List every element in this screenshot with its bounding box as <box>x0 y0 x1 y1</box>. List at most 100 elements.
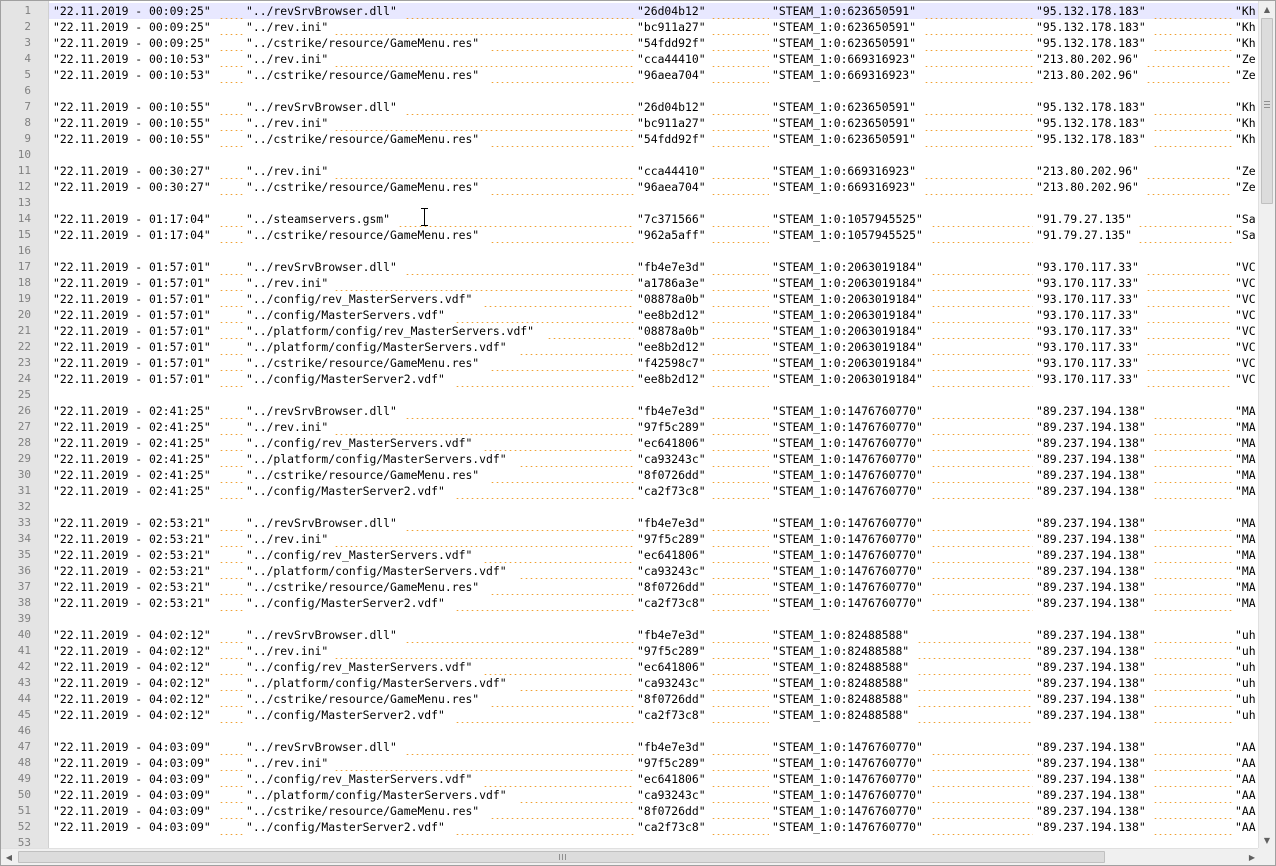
text-line[interactable]: "22.11.2019 - 00:09:25" "../cstrike/resou… <box>49 35 1260 51</box>
text-line[interactable]: "22.11.2019 - 01:57:01" "../cstrike/resou… <box>49 355 1260 371</box>
line-number[interactable]: 42 <box>1 659 31 675</box>
text-line[interactable]: "22.11.2019 - 01:57:01" "../revSrvBrowser… <box>49 259 1260 275</box>
scroll-up-button[interactable]: ▲ <box>1259 1 1275 18</box>
text-line[interactable]: "22.11.2019 - 00:10:55" "../cstrike/resou… <box>49 131 1260 147</box>
text-line[interactable]: "22.11.2019 - 04:03:09" "../cstrike/resou… <box>49 803 1260 819</box>
line-number[interactable]: 12 <box>1 179 31 195</box>
line-number[interactable]: 37 <box>1 579 31 595</box>
text-line[interactable]: "22.11.2019 - 02:41:25" "../cstrike/resou… <box>49 467 1260 483</box>
horizontal-scrollbar[interactable]: ◀ ▶ <box>1 848 1260 865</box>
text-line[interactable]: "22.11.2019 - 02:41:25" "../revSrvBrowser… <box>49 403 1260 419</box>
line-number[interactable]: 48 <box>1 755 31 771</box>
line-number[interactable]: 4 <box>1 51 31 67</box>
text-line[interactable]: "22.11.2019 - 04:02:12" "../config/Master… <box>49 707 1260 723</box>
line-number[interactable]: 49 <box>1 771 31 787</box>
line-number[interactable]: 2 <box>1 19 31 35</box>
line-number[interactable]: 32 <box>1 499 31 515</box>
text-line[interactable]: "22.11.2019 - 00:10:55" "../revSrvBrowser… <box>49 99 1260 115</box>
line-number[interactable]: 50 <box>1 787 31 803</box>
line-number[interactable]: 26 <box>1 403 31 419</box>
line-number[interactable]: 20 <box>1 307 31 323</box>
text-line[interactable]: "22.11.2019 - 01:57:01" "../platform/conf… <box>49 339 1260 355</box>
text-line[interactable] <box>49 83 1260 99</box>
text-line[interactable]: "22.11.2019 - 02:53:21" "../rev.ini" "97f5… <box>49 531 1260 547</box>
text-line[interactable]: "22.11.2019 - 01:57:01" "../config/Master… <box>49 371 1260 387</box>
text-line[interactable]: "22.11.2019 - 01:57:01" "../config/Master… <box>49 307 1260 323</box>
text-line[interactable] <box>49 387 1260 403</box>
line-number[interactable]: 35 <box>1 547 31 563</box>
text-line[interactable]: "22.11.2019 - 02:53:21" "../config/Master… <box>49 595 1260 611</box>
line-number[interactable]: 45 <box>1 707 31 723</box>
line-number[interactable]: 19 <box>1 291 31 307</box>
line-number[interactable]: 30 <box>1 467 31 483</box>
text-line[interactable]: "22.11.2019 - 02:41:25" "../config/rev_Ma… <box>49 435 1260 451</box>
line-number[interactable]: 7 <box>1 99 31 115</box>
text-line[interactable] <box>49 243 1260 259</box>
text-line[interactable]: "22.11.2019 - 04:03:09" "../config/rev_Ma… <box>49 771 1260 787</box>
line-number[interactable]: 25 <box>1 387 31 403</box>
text-line[interactable]: "22.11.2019 - 04:03:09" "../config/Master… <box>49 819 1260 835</box>
line-number[interactable]: 39 <box>1 611 31 627</box>
text-line[interactable] <box>49 611 1260 627</box>
line-number[interactable]: 6 <box>1 83 31 99</box>
text-line[interactable]: "22.11.2019 - 00:09:25" "../revSrvBrowser… <box>49 3 1260 19</box>
line-number[interactable]: 51 <box>1 803 31 819</box>
text-line[interactable]: "22.11.2019 - 04:03:09" "../revSrvBrowser… <box>49 739 1260 755</box>
text-line[interactable]: "22.11.2019 - 02:53:21" "../config/rev_Ma… <box>49 547 1260 563</box>
line-number[interactable]: 18 <box>1 275 31 291</box>
text-line[interactable]: "22.11.2019 - 04:02:12" "../platform/conf… <box>49 675 1260 691</box>
vertical-scrollbar[interactable]: ▲ ▼ <box>1258 1 1275 849</box>
line-number[interactable]: 36 <box>1 563 31 579</box>
text-area[interactable]: "22.11.2019 - 00:09:25" "../revSrvBrowser… <box>49 1 1260 849</box>
text-line[interactable]: "22.11.2019 - 04:02:12" "../rev.ini" "97f5… <box>49 643 1260 659</box>
line-number[interactable]: 46 <box>1 723 31 739</box>
text-line[interactable] <box>49 723 1260 739</box>
line-number[interactable]: 16 <box>1 243 31 259</box>
text-line[interactable]: "22.11.2019 - 00:30:27" "../cstrike/resou… <box>49 179 1260 195</box>
horizontal-scroll-thumb[interactable] <box>18 851 1105 863</box>
line-number[interactable]: 38 <box>1 595 31 611</box>
line-number[interactable]: 43 <box>1 675 31 691</box>
text-line[interactable]: "22.11.2019 - 00:10:55" "../rev.ini" "bc91… <box>49 115 1260 131</box>
line-number[interactable]: 21 <box>1 323 31 339</box>
line-number[interactable]: 5 <box>1 67 31 83</box>
text-line[interactable]: "22.11.2019 - 01:57:01" "../rev.ini" "a178… <box>49 275 1260 291</box>
text-line[interactable] <box>49 499 1260 515</box>
text-line[interactable]: "22.11.2019 - 02:53:21" "../cstrike/resou… <box>49 579 1260 595</box>
line-number-gutter[interactable]: 1 2 3 4 5 6 7 8 9 10 11 12 13 14 15 16 17 18 19 20 21 22 23 24 2… <box>1 1 49 849</box>
line-number[interactable]: 29 <box>1 451 31 467</box>
text-line[interactable]: "22.11.2019 - 04:02:12" "../cstrike/resou… <box>49 691 1260 707</box>
text-line[interactable]: "22.11.2019 - 04:03:09" "../rev.ini" "97f5… <box>49 755 1260 771</box>
scroll-left-button[interactable]: ◀ <box>1 849 17 865</box>
text-line[interactable]: "22.11.2019 - 04:02:12" "../config/rev_Ma… <box>49 659 1260 675</box>
text-line[interactable] <box>49 195 1260 211</box>
vertical-scroll-thumb[interactable] <box>1261 18 1273 204</box>
text-line[interactable]: "22.11.2019 - 00:10:53" "../cstrike/resou… <box>49 67 1260 83</box>
line-number[interactable]: 34 <box>1 531 31 547</box>
text-line[interactable]: "22.11.2019 - 01:57:01" "../platform/conf… <box>49 323 1260 339</box>
line-number[interactable]: 40 <box>1 627 31 643</box>
line-number[interactable]: 9 <box>1 131 31 147</box>
line-number[interactable]: 44 <box>1 691 31 707</box>
line-number[interactable]: 33 <box>1 515 31 531</box>
text-line[interactable]: "22.11.2019 - 00:30:27" "../rev.ini" "cca4… <box>49 163 1260 179</box>
line-number[interactable]: 23 <box>1 355 31 371</box>
line-number[interactable]: 31 <box>1 483 31 499</box>
line-number[interactable]: 27 <box>1 419 31 435</box>
line-number[interactable]: 22 <box>1 339 31 355</box>
line-number[interactable]: 8 <box>1 115 31 131</box>
line-number[interactable]: 10 <box>1 147 31 163</box>
text-line[interactable]: "22.11.2019 - 04:03:09" "../platform/conf… <box>49 787 1260 803</box>
text-line[interactable] <box>49 835 1260 849</box>
text-line[interactable]: "22.11.2019 - 02:41:25" "../config/Master… <box>49 483 1260 499</box>
line-number[interactable]: 3 <box>1 35 31 51</box>
text-line[interactable]: "22.11.2019 - 01:57:01" "../config/rev_Ma… <box>49 291 1260 307</box>
text-line[interactable]: "22.11.2019 - 01:17:04" "../cstrike/resou… <box>49 227 1260 243</box>
text-line[interactable]: "22.11.2019 - 00:09:25" "../rev.ini" "bc91… <box>49 19 1260 35</box>
line-number[interactable]: 17 <box>1 259 31 275</box>
line-number[interactable]: 13 <box>1 195 31 211</box>
text-line[interactable] <box>49 147 1260 163</box>
text-line[interactable]: "22.11.2019 - 02:53:21" "../revSrvBrowser… <box>49 515 1260 531</box>
text-line[interactable]: "22.11.2019 - 02:41:25" "../rev.ini" "97f5… <box>49 419 1260 435</box>
scroll-down-button[interactable]: ▼ <box>1259 832 1275 849</box>
